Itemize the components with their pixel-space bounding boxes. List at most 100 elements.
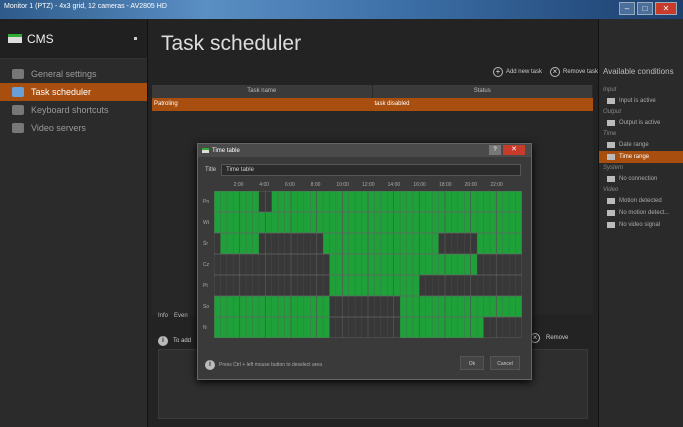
maximize-icon[interactable]: □ <box>637 2 653 15</box>
condition-label: Output is active <box>619 120 661 126</box>
tab-info[interactable]: Info <box>158 313 168 319</box>
group-output: Output <box>603 109 622 115</box>
active-slot <box>329 254 478 275</box>
conditions-title: Available conditions <box>603 67 674 76</box>
condition-no-connection[interactable]: No connection <box>599 173 683 185</box>
day-label: Pn <box>203 198 210 205</box>
day-label: Śr <box>203 240 208 247</box>
sidebar-item-video-servers[interactable]: Video servers <box>0 119 147 137</box>
keyboard-icon <box>12 105 24 115</box>
condition-label: Date range <box>619 142 649 148</box>
condition-label: Time range <box>619 154 650 160</box>
hour-label: 16:00 <box>413 182 426 188</box>
sidebar-item-keyboard-shortcuts[interactable]: Keyboard shortcuts <box>0 101 147 119</box>
cms-title: CMS <box>27 31 54 46</box>
window-titlebar: Monitor 1 (PTZ) - 4x3 grid, 12 cameras -… <box>0 0 683 19</box>
condition-motion-detected[interactable]: Motion detected <box>599 195 683 207</box>
column-header-status[interactable]: Status <box>373 85 593 98</box>
camera-icon <box>607 210 615 216</box>
info-icon: i <box>158 336 168 346</box>
plus-icon: + <box>492 67 503 77</box>
sidebar: CMS General settings Task scheduler Keyb… <box>0 19 148 427</box>
condition-label: No video signal <box>619 222 661 228</box>
column-header-task-name[interactable]: Task name <box>152 85 373 98</box>
remove-button[interactable]: Remove <box>546 335 568 341</box>
hour-label: 4:00 <box>259 182 270 188</box>
condition-no-video[interactable]: No video signal <box>599 219 683 231</box>
calendar-icon <box>607 142 615 148</box>
active-slot <box>214 191 259 212</box>
gear-icon <box>12 69 24 79</box>
day-label: Cz <box>203 261 210 268</box>
sidebar-item-task-scheduler[interactable]: Task scheduler <box>0 83 147 101</box>
condition-label: Motion detected <box>619 198 662 204</box>
day-label: Pt <box>203 282 208 289</box>
hour-label: 6:00 <box>285 182 295 188</box>
task-name-cell: Patroling <box>154 101 178 107</box>
condition-time-range[interactable]: Time range <box>599 151 683 163</box>
sidebar-item-label: Task scheduler <box>31 87 92 97</box>
hour-label: 2:00 <box>233 182 244 188</box>
dialog-title: Time table <box>212 147 240 154</box>
page-title: Task scheduler <box>161 32 302 55</box>
condition-date-range[interactable]: Date range <box>599 139 683 151</box>
condition-label: Input is active <box>619 98 656 104</box>
remove-task-label: Remove task <box>562 69 598 75</box>
condition-no-motion[interactable]: No motion detect... <box>599 207 683 219</box>
close-icon[interactable]: ✕ <box>655 2 677 15</box>
tab-events[interactable]: Even <box>174 313 188 319</box>
menu-dot-icon[interactable] <box>134 37 137 40</box>
day-label: So <box>203 303 210 310</box>
condition-output-active[interactable]: Output is active <box>599 117 683 129</box>
schedule-grid[interactable] <box>214 191 522 338</box>
monitor-icon <box>8 34 22 43</box>
help-button[interactable]: ? <box>489 145 501 155</box>
hour-label: 20:00 <box>464 182 478 188</box>
sidebar-item-general-settings[interactable]: General settings <box>0 65 147 83</box>
output-icon <box>607 120 615 126</box>
add-task-button[interactable]: + Add new task <box>492 67 542 77</box>
camera-icon <box>607 222 615 228</box>
hour-label: 10:00 <box>336 182 349 188</box>
group-system: System <box>603 165 624 171</box>
sidebar-item-label: Keyboard shortcuts <box>31 105 109 115</box>
hour-label: 18:00 <box>439 182 452 188</box>
group-video: Video <box>603 187 619 193</box>
time-table-dialog: Time table ? ✕ Title Time table 2:00 4:00… <box>197 143 532 380</box>
hour-label: 14:00 <box>387 182 401 188</box>
remove-task-button[interactable]: × Remove task <box>549 67 598 77</box>
conditions-panel: Available conditions Input Input is acti… <box>598 19 683 427</box>
task-status-cell: task disabled <box>374 101 410 107</box>
globe-icon <box>12 123 24 133</box>
condition-label: No motion detect... <box>619 210 670 216</box>
group-input: Input <box>603 87 617 93</box>
dialog-close-button[interactable]: ✕ <box>503 145 525 155</box>
group-time: Time <box>603 131 617 137</box>
monitor-icon <box>202 148 209 153</box>
title-input[interactable]: Time table <box>221 164 522 176</box>
schedule-grid-area: 2:00 4:00 6:00 8:00 10:00 12:00 14:00 16:00 18:0… <box>203 182 525 368</box>
active-slot <box>400 296 522 317</box>
input-icon <box>607 98 615 104</box>
sidebar-item-label: General settings <box>31 69 97 79</box>
minimize-icon[interactable]: – <box>619 2 635 15</box>
active-slot <box>477 233 522 254</box>
hour-label: 22:00 <box>490 182 503 188</box>
dialog-titlebar[interactable]: Time table <box>198 144 531 157</box>
sidebar-item-label: Video servers <box>31 123 86 133</box>
table-row[interactable]: Patroling task disabled <box>152 98 593 111</box>
clock-icon <box>607 154 615 160</box>
info-icon: i <box>205 360 215 370</box>
cms-header[interactable]: CMS <box>0 19 147 59</box>
day-label: Wt <box>203 219 210 226</box>
server-icon <box>607 176 615 182</box>
active-slot <box>271 191 522 212</box>
x-icon: × <box>549 67 560 77</box>
day-label: N <box>203 324 207 331</box>
condition-input-active[interactable]: Input is active <box>599 95 683 107</box>
cancel-button[interactable]: Cancel <box>490 356 520 370</box>
detail-hint: To add <box>173 338 192 344</box>
title-field-label: Title <box>205 167 217 173</box>
camera-icon <box>607 198 615 204</box>
ok-button[interactable]: Ok <box>460 356 484 370</box>
